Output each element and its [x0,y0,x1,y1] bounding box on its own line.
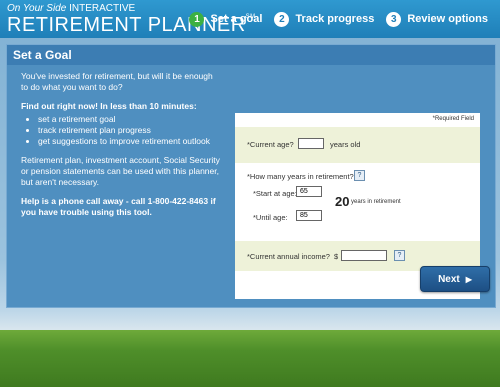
progress-steps: 1 Set a goal 2 Track progress 3 Review o… [189,0,500,38]
current-age-input[interactable] [298,138,324,149]
step-3-icon: 3 [386,11,402,27]
years-retirement-label: *How many years in retirement? [247,172,354,181]
intro-question: You've invested for retirement, but will… [21,71,213,92]
step-set-goal[interactable]: 1 Set a goal [189,11,263,27]
years-retirement-row: *How many years in retirement? ? *Start … [235,163,480,241]
help-text: Help is a phone call away - call 1-800-4… [21,196,216,217]
intro-documents: Retirement plan, investment account, Soc… [21,155,220,187]
current-age-unit: years old [330,140,361,149]
current-age-label: *Current age? [247,140,294,149]
required-note: *Required Field [432,116,474,122]
until-age-input[interactable] [296,210,322,221]
step-label: Set a goal [210,13,263,25]
years-total-label: years in retirement [351,199,401,205]
header-bar: On Your Side INTERACTIVE RETIREMENT PLAN… [0,0,500,38]
next-label: Next [438,273,460,285]
until-age-label: *Until age: [253,213,288,222]
step-label: Review options [407,13,488,25]
list-item: set a retirement goal [38,114,221,125]
next-button[interactable]: Next ▶ [420,266,490,292]
years-total: 20 [335,194,350,209]
intro-text: You've invested for retirement, but will… [21,71,221,226]
arrow-right-icon: ▶ [465,274,472,284]
grass-background [0,330,500,387]
step-label: Track progress [295,13,375,25]
step-1-icon: 1 [189,11,205,27]
start-age-label: *Start at age: [253,189,297,198]
help-icon[interactable]: ? [394,250,405,261]
help-icon[interactable]: ? [354,170,365,181]
intro-bullets: set a retirement goal track retirement p… [21,114,221,147]
income-input[interactable] [341,250,387,261]
current-age-row: *Current age? years old [235,127,480,163]
intro-callout: Find out right now! In less than 10 minu… [21,101,197,111]
panel-title: Set a Goal [7,45,495,65]
step-review-options[interactable]: 3 Review options [386,11,488,27]
step-track-progress[interactable]: 2 Track progress [274,11,375,27]
start-age-input[interactable] [296,186,322,197]
brand-tagline: On Your Side INTERACTIVE [7,3,136,14]
list-item: get suggestions to improve retirement ou… [38,136,221,147]
list-item: track retirement plan progress [38,125,221,136]
currency-symbol: $ [334,252,339,261]
income-label: *Current annual income? [247,252,330,261]
step-2-icon: 2 [274,11,290,27]
